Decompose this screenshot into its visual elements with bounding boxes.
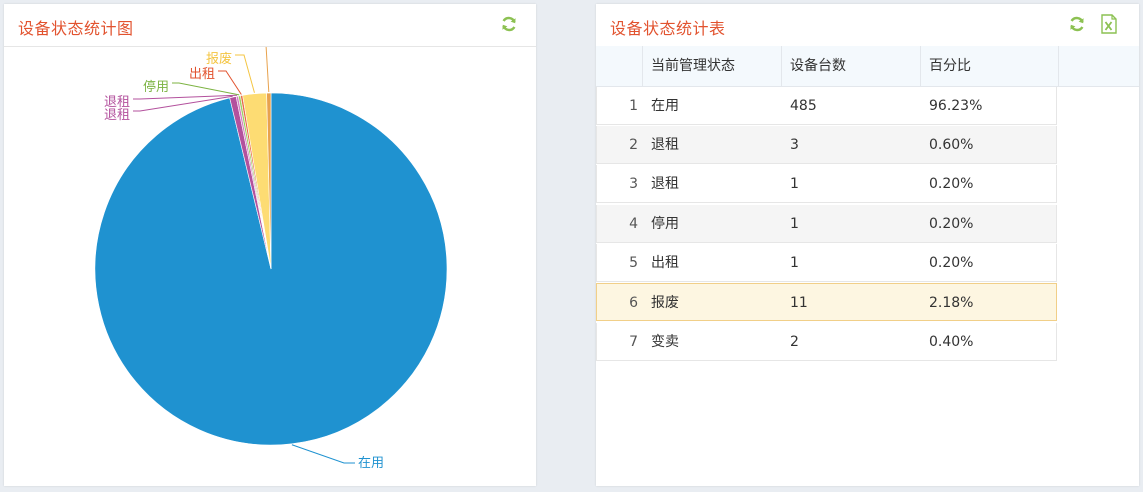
- percent-cell: 2.18%: [929, 295, 974, 311]
- status-cell: 报废: [651, 295, 679, 311]
- count-cell: 3: [790, 137, 799, 153]
- pie-slice-label: 退租: [104, 108, 130, 123]
- pie-slice-label: 退租: [104, 95, 130, 110]
- count-cell: 11: [790, 295, 808, 311]
- table-row[interactable]: 7 变卖 2 0.40%: [596, 323, 1057, 361]
- count-cell: 1: [790, 176, 799, 192]
- label-leader-line: [265, 44, 270, 93]
- table-row-selected[interactable]: 6 报废 11 2.18%: [596, 283, 1057, 321]
- chart-panel-title: 设备状态统计图: [18, 19, 134, 38]
- status-cell: 在用: [651, 98, 679, 114]
- table-header: 当前管理状态 设备台数 百分比: [596, 46, 1139, 87]
- status-cell: 停用: [651, 216, 679, 232]
- table-row[interactable]: 4 停用 1 0.20%: [596, 205, 1057, 243]
- percent-cell: 96.23%: [929, 98, 983, 114]
- table-row[interactable]: 2 退租 3 0.60%: [596, 126, 1057, 164]
- row-index: 1: [629, 98, 638, 114]
- percent-cell: 0.20%: [929, 176, 974, 192]
- status-cell: 变卖: [651, 334, 679, 350]
- table-panel: 设备状态统计表 当前管理状态 设备台数 百分比 1 在用 485 96.23% …: [596, 4, 1139, 486]
- chart-panel: 设备状态统计图 在用 退租 退租 停用 出租 报废: [4, 4, 536, 486]
- row-index: 2: [629, 137, 638, 153]
- percent-cell: 0.20%: [929, 255, 974, 271]
- status-cell: 出租: [651, 255, 679, 271]
- percent-cell: 0.20%: [929, 216, 974, 232]
- refresh-icon[interactable]: [500, 15, 518, 33]
- pie-slice-label: 报废: [206, 51, 232, 67]
- table-row[interactable]: 1 在用 485 96.23%: [596, 87, 1057, 125]
- count-cell: 485: [790, 98, 817, 114]
- count-cell: 2: [790, 334, 799, 350]
- row-index: 3: [629, 176, 638, 192]
- refresh-icon[interactable]: [1068, 15, 1086, 33]
- table-row[interactable]: 5 出租 1 0.20%: [596, 244, 1057, 282]
- header-count[interactable]: 设备台数: [782, 46, 921, 86]
- label-leader-line: [291, 444, 355, 464]
- count-cell: 1: [790, 255, 799, 271]
- row-index: 7: [629, 334, 638, 350]
- header-index: [596, 46, 643, 86]
- header-percent[interactable]: 百分比: [921, 46, 1059, 86]
- label-leader-line: [172, 82, 240, 96]
- label-leader-line: [235, 54, 255, 93]
- header-filler: [1059, 46, 1139, 86]
- count-cell: 1: [790, 216, 799, 232]
- row-index: 4: [629, 216, 638, 232]
- pie-slice-label: 停用: [143, 79, 169, 95]
- row-index: 5: [629, 255, 638, 271]
- table-row[interactable]: 3 退租 1 0.20%: [596, 165, 1057, 203]
- table-panel-header: 设备状态统计表: [596, 4, 1139, 47]
- pie-slice-label: 在用: [358, 456, 384, 471]
- excel-export-icon[interactable]: [1100, 14, 1118, 34]
- status-cell: 退租: [651, 137, 679, 153]
- pie-slice-label: 出租: [189, 67, 215, 82]
- row-index: 6: [629, 295, 638, 311]
- percent-cell: 0.40%: [929, 334, 974, 350]
- chart-panel-header: 设备状态统计图: [4, 4, 536, 47]
- table-panel-title: 设备状态统计表: [610, 19, 726, 38]
- percent-cell: 0.60%: [929, 137, 974, 153]
- header-status[interactable]: 当前管理状态: [643, 46, 782, 86]
- status-cell: 退租: [651, 176, 679, 192]
- pie-chart: 在用 退租退租停用 出租报废: [94, 44, 448, 471]
- pie-chart-area: 在用 退租 退租 停用 出租 报废: [4, 44, 536, 486]
